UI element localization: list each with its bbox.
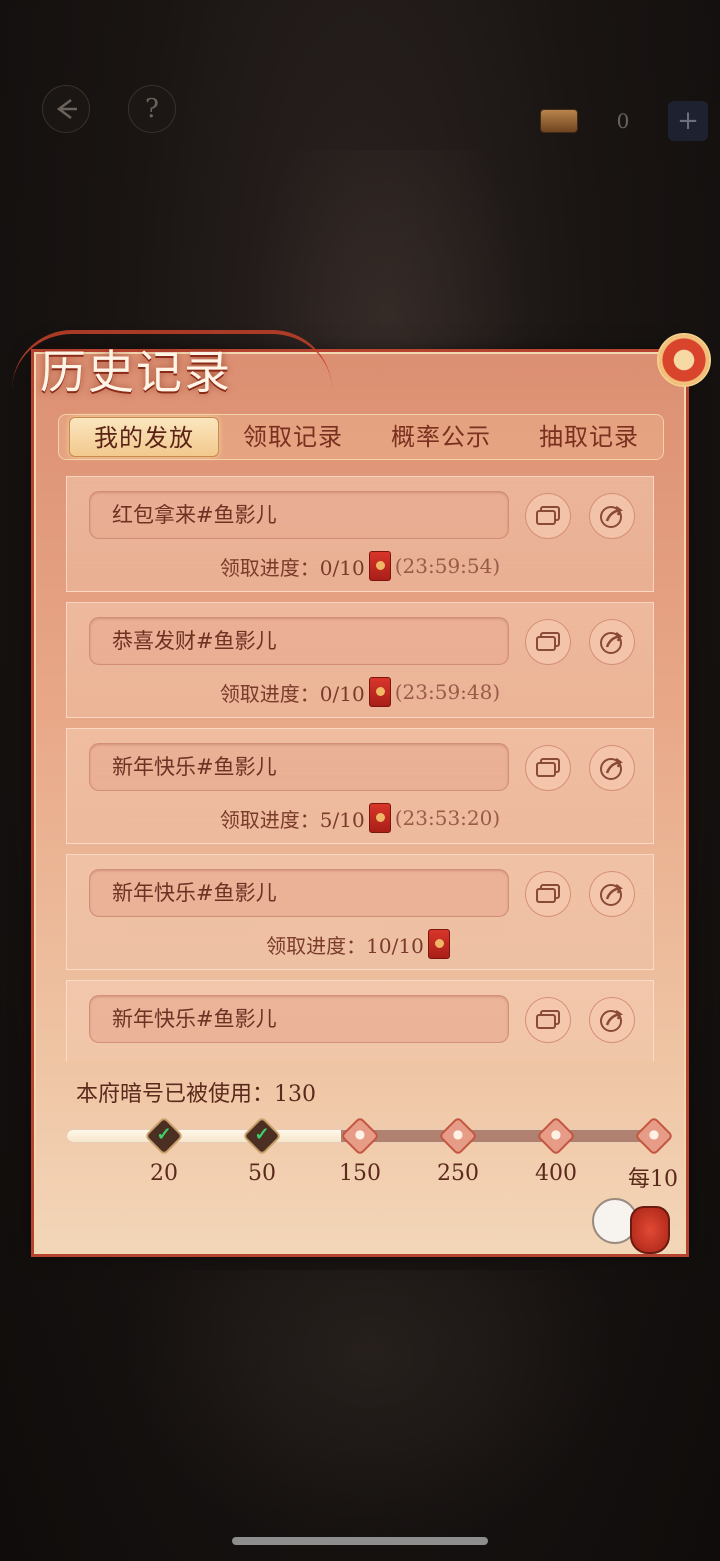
check-icon: ✓	[254, 1123, 270, 1145]
list-item: 新年快乐#鱼影儿 领取进度：5/10 (23:53:20)	[66, 728, 654, 844]
countdown-timer: (23:59:54)	[394, 554, 501, 578]
share-icon	[600, 884, 623, 906]
usage-count-label: 本府暗号已被使用：130	[76, 1082, 316, 1107]
milestone-label: 150	[339, 1161, 381, 1186]
copy-button[interactable]	[525, 619, 571, 665]
record-name: 新年快乐#鱼影儿	[89, 869, 509, 917]
list-item: 恭喜发财#鱼影儿 领取进度：0/10 (23:59:48)	[66, 602, 654, 718]
panel-title: 历史记录	[40, 345, 232, 399]
share-button[interactable]	[589, 745, 635, 791]
claim-progress: 领取进度：10/10	[67, 929, 653, 959]
add-currency-button[interactable]: +	[668, 101, 708, 141]
share-icon	[600, 758, 623, 780]
copy-icon	[536, 506, 560, 525]
tab-draw-records[interactable]: 抽取记录	[515, 417, 663, 457]
lock-seal-icon: ●	[452, 1127, 464, 1141]
currency-box: 0 +	[540, 98, 710, 144]
tab-my-distribution[interactable]: 我的发放	[69, 417, 219, 457]
record-name: 新年快乐#鱼影儿	[89, 743, 509, 791]
share-button[interactable]	[589, 619, 635, 665]
tab-claim-records[interactable]: 领取记录	[219, 417, 367, 457]
record-name: 新年快乐#鱼影儿	[89, 995, 509, 1043]
currency-value: 0	[616, 109, 630, 133]
claim-progress: 领取进度：5/10 (23:53:20)	[67, 803, 653, 833]
claim-progress: 领取进度：0/10 (23:59:48)	[67, 677, 653, 707]
countdown-timer: (23:59:48)	[394, 680, 501, 704]
share-icon	[600, 506, 623, 528]
check-icon: ✓	[156, 1123, 172, 1145]
copy-button[interactable]	[525, 745, 571, 791]
copy-icon	[536, 632, 560, 651]
copy-icon	[536, 884, 560, 903]
help-button[interactable]: ?	[128, 85, 176, 133]
copy-button[interactable]	[525, 997, 571, 1043]
lantern-ornament-icon	[657, 333, 711, 387]
copy-button[interactable]	[525, 871, 571, 917]
milestone-label: 每10	[628, 1167, 678, 1192]
coin-chest-icon	[540, 109, 578, 133]
share-icon	[600, 632, 623, 654]
back-button[interactable]	[42, 85, 90, 133]
record-list[interactable]: 红包拿来#鱼影儿 领取进度：0/10 (23:59:54) 恭喜发财#鱼影儿 领…	[66, 476, 654, 1061]
back-arrow-icon	[56, 99, 77, 119]
share-button[interactable]	[589, 871, 635, 917]
progress-text: 领取进度：0/10	[219, 555, 365, 580]
lock-seal-icon: ●	[354, 1127, 366, 1141]
claim-progress: 领取进度：0/10 (23:59:54)	[67, 551, 653, 581]
lucky-bag-icon[interactable]	[630, 1206, 670, 1254]
background-robe	[120, 1270, 620, 1550]
share-button[interactable]	[589, 493, 635, 539]
progress-text: 领取进度：5/10	[219, 807, 365, 832]
home-indicator[interactable]	[232, 1537, 488, 1545]
record-name: 恭喜发财#鱼影儿	[89, 617, 509, 665]
milestone-label: 50	[248, 1161, 276, 1186]
red-packet-icon	[368, 677, 391, 707]
milestone-label: 400	[535, 1161, 577, 1186]
red-packet-icon	[368, 551, 391, 581]
milestone-label: 20	[150, 1161, 178, 1186]
progress-text: 领取进度：10/10	[266, 933, 424, 958]
progress-text: 领取进度：0/10	[219, 681, 365, 706]
milestone-label: 250	[437, 1161, 479, 1186]
tab-probability[interactable]: 概率公示	[367, 417, 515, 457]
help-icon: ?	[145, 94, 159, 124]
red-packet-icon	[368, 803, 391, 833]
record-name: 红包拿来#鱼影儿	[89, 491, 509, 539]
lock-seal-icon: ●	[648, 1127, 660, 1141]
lock-seal-icon: ●	[550, 1127, 562, 1141]
countdown-timer: (23:53:20)	[394, 806, 501, 830]
list-item: 新年快乐#鱼影儿 领取进度：10/10	[66, 854, 654, 970]
list-item: 红包拿来#鱼影儿 领取进度：0/10 (23:59:54)	[66, 476, 654, 592]
share-icon	[600, 1010, 623, 1032]
copy-button[interactable]	[525, 493, 571, 539]
milestone-progress-fill	[67, 1130, 342, 1142]
tab-bar: 我的发放 领取记录 概率公示 抽取记录	[58, 414, 664, 460]
share-button[interactable]	[589, 997, 635, 1043]
red-packet-icon	[427, 929, 450, 959]
list-item: 新年快乐#鱼影儿	[66, 980, 654, 1061]
copy-icon	[536, 1010, 560, 1029]
copy-icon	[536, 758, 560, 777]
